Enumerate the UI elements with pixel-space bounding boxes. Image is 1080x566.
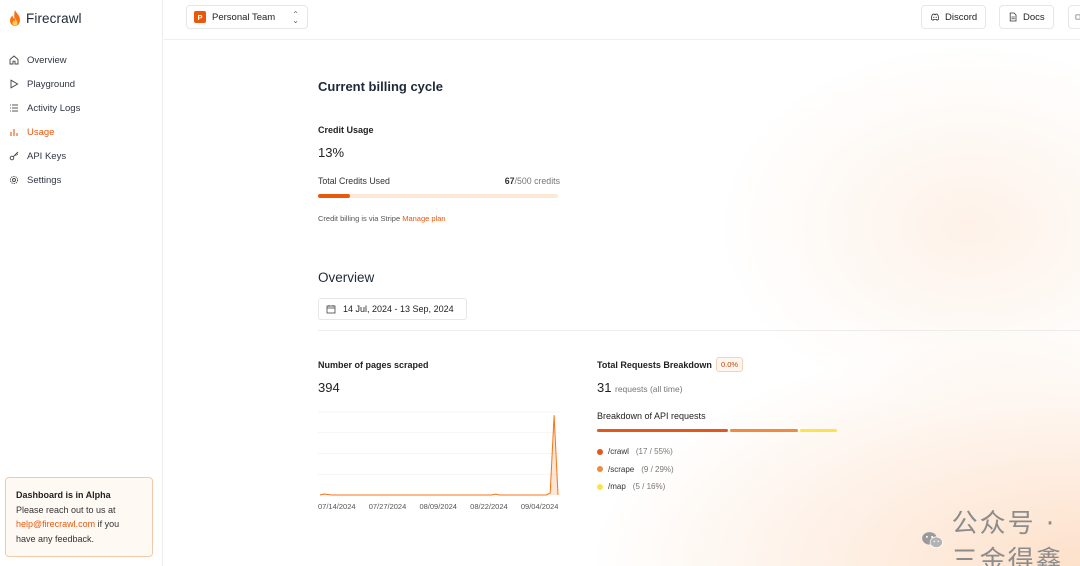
legend-name: /map (608, 482, 626, 491)
sidebar-item-api-keys[interactable]: API Keys (8, 144, 156, 168)
date-range-text: 14 Jul, 2024 - 13 Sep, 2024 (343, 304, 454, 314)
sidebar-item-label: Activity Logs (27, 102, 81, 114)
requests-breakdown-label: Total Requests Breakdown (597, 360, 712, 370)
overview-title: Overview (318, 270, 375, 285)
flame-icon (10, 10, 20, 26)
sidebar-item-playground[interactable]: Playground (8, 72, 156, 96)
key-icon (8, 151, 19, 162)
total-credits-label: Total Credits Used (318, 176, 390, 186)
section-divider (318, 330, 1080, 331)
wechat-icon (922, 532, 943, 548)
logo-text: Firecrawl (26, 10, 82, 26)
exit-icon (1075, 14, 1080, 20)
docs-button[interactable]: Docs (999, 5, 1054, 29)
credit-usage-label: Credit Usage (318, 125, 374, 135)
sidebar-item-usage[interactable]: Usage (8, 120, 156, 144)
chart-area (320, 415, 558, 495)
breakdown-segment-crawl (597, 429, 729, 432)
legend-dot (597, 448, 603, 455)
credits-total: /500 credits (514, 176, 560, 186)
discord-icon (931, 13, 939, 21)
legend-item: /map (5 / 16%) (597, 482, 665, 491)
calendar-icon (326, 305, 336, 314)
legend-item: /crawl (17 / 55%) (597, 447, 673, 456)
document-icon (1009, 12, 1017, 22)
sidebar-item-label: Usage (27, 126, 55, 138)
play-icon (8, 79, 19, 90)
credit-usage-percent: 13% (318, 145, 345, 160)
chart-x-tick: 08/22/2024 (470, 502, 508, 511)
manage-plan-link[interactable]: Manage plan (402, 214, 445, 223)
more-button[interactable] (1068, 5, 1080, 29)
legend-count: (9 / 29%) (641, 464, 674, 474)
chart-x-tick: 08/09/2024 (419, 502, 457, 511)
legend-name: /scrape (608, 464, 635, 474)
stripe-text: Credit billing is via Stripe (318, 214, 401, 223)
billing-cycle-title: Current billing cycle (318, 79, 443, 94)
sidebar-item-label: Overview (27, 54, 67, 66)
stripe-note: Credit billing is via Stripe Manage plan (318, 214, 446, 223)
team-selector[interactable]: P Personal Team ⌃ ⌄ (186, 5, 308, 29)
chevron-updown-icon: ⌃ ⌄ (292, 10, 299, 25)
sidebar-item-label: Playground (27, 78, 76, 90)
breakdown-segment-map (800, 429, 837, 432)
sidebar: Firecrawl Overview Playground Activity L… (0, 0, 163, 566)
credits-progress-bar (318, 194, 558, 198)
pages-scraped-label: Number of pages scraped (318, 360, 429, 370)
breakdown-segment-scrape (730, 429, 799, 432)
requests-change-badge: 0.0% (716, 357, 744, 372)
watermark-text: 公众号 · 三金得鑫 (951, 509, 1064, 566)
main-content: P Personal Team ⌃ ⌄ Discord Docs Current … (164, 0, 1080, 566)
credits-used-value: 67/500 credits (498, 176, 560, 186)
credits-progress-fill (318, 194, 351, 198)
legend-dot (597, 483, 603, 490)
logo[interactable]: Firecrawl (8, 9, 82, 27)
chart-x-tick: 07/14/2024 (318, 502, 356, 511)
alpha-line2-text: if you (95, 519, 120, 529)
alpha-title: Dashboard is in Alpha (16, 490, 111, 500)
alpha-notice: Dashboard is in Alpha Please reach out t… (5, 477, 153, 557)
feedback-email-link[interactable]: help@firecrawl.com (16, 519, 95, 529)
team-avatar: P (194, 11, 206, 23)
list-icon (8, 103, 19, 114)
sidebar-item-overview[interactable]: Overview (8, 48, 156, 72)
legend-count: (5 / 16%) (632, 482, 666, 491)
discord-button[interactable]: Discord (921, 5, 987, 29)
legend-name: /crawl (608, 447, 629, 456)
sidebar-item-label: Settings (27, 174, 62, 186)
chart-line (319, 415, 559, 496)
chart-x-tick: 09/04/2024 (520, 502, 559, 511)
legend-item: /scrape (9 / 29%) (597, 465, 674, 474)
alpha-line3: have any feedback. (16, 533, 95, 544)
gear-icon (8, 175, 19, 186)
team-name: Personal Team (212, 11, 276, 23)
watermark: 公众号 · 三金得鑫 (921, 503, 1080, 566)
docs-label: Docs (1023, 11, 1045, 23)
sidebar-nav: Overview Playground Activity Logs Usage … (8, 48, 156, 192)
api-breakdown-label: Breakdown of API requests (597, 411, 706, 421)
credits-used-count: 67 (504, 176, 515, 186)
requests-count: 31 (597, 380, 612, 395)
bar-chart-icon (8, 127, 19, 138)
sidebar-item-settings[interactable]: Settings (8, 168, 156, 192)
legend-count: (17 / 55%) (635, 447, 673, 456)
alpha-line1: Please reach out to us at (16, 504, 116, 515)
alpha-line2: help@firecrawl.com if you (16, 517, 142, 532)
sidebar-item-label: API Keys (27, 150, 67, 162)
discord-label: Discord (945, 11, 978, 23)
home-icon (8, 55, 19, 66)
chart-x-tick: 07/27/2024 (368, 502, 407, 511)
topbar: P Personal Team ⌃ ⌄ Discord Docs (164, 0, 1080, 40)
pages-scraped-chart (318, 411, 560, 496)
sidebar-item-activity-logs[interactable]: Activity Logs (8, 96, 156, 120)
requests-suffix: requests (all time) (615, 384, 683, 394)
pages-scraped-value: 394 (318, 380, 340, 395)
legend-dot (597, 466, 603, 472)
date-range-picker[interactable]: 14 Jul, 2024 - 13 Sep, 2024 (318, 298, 467, 320)
